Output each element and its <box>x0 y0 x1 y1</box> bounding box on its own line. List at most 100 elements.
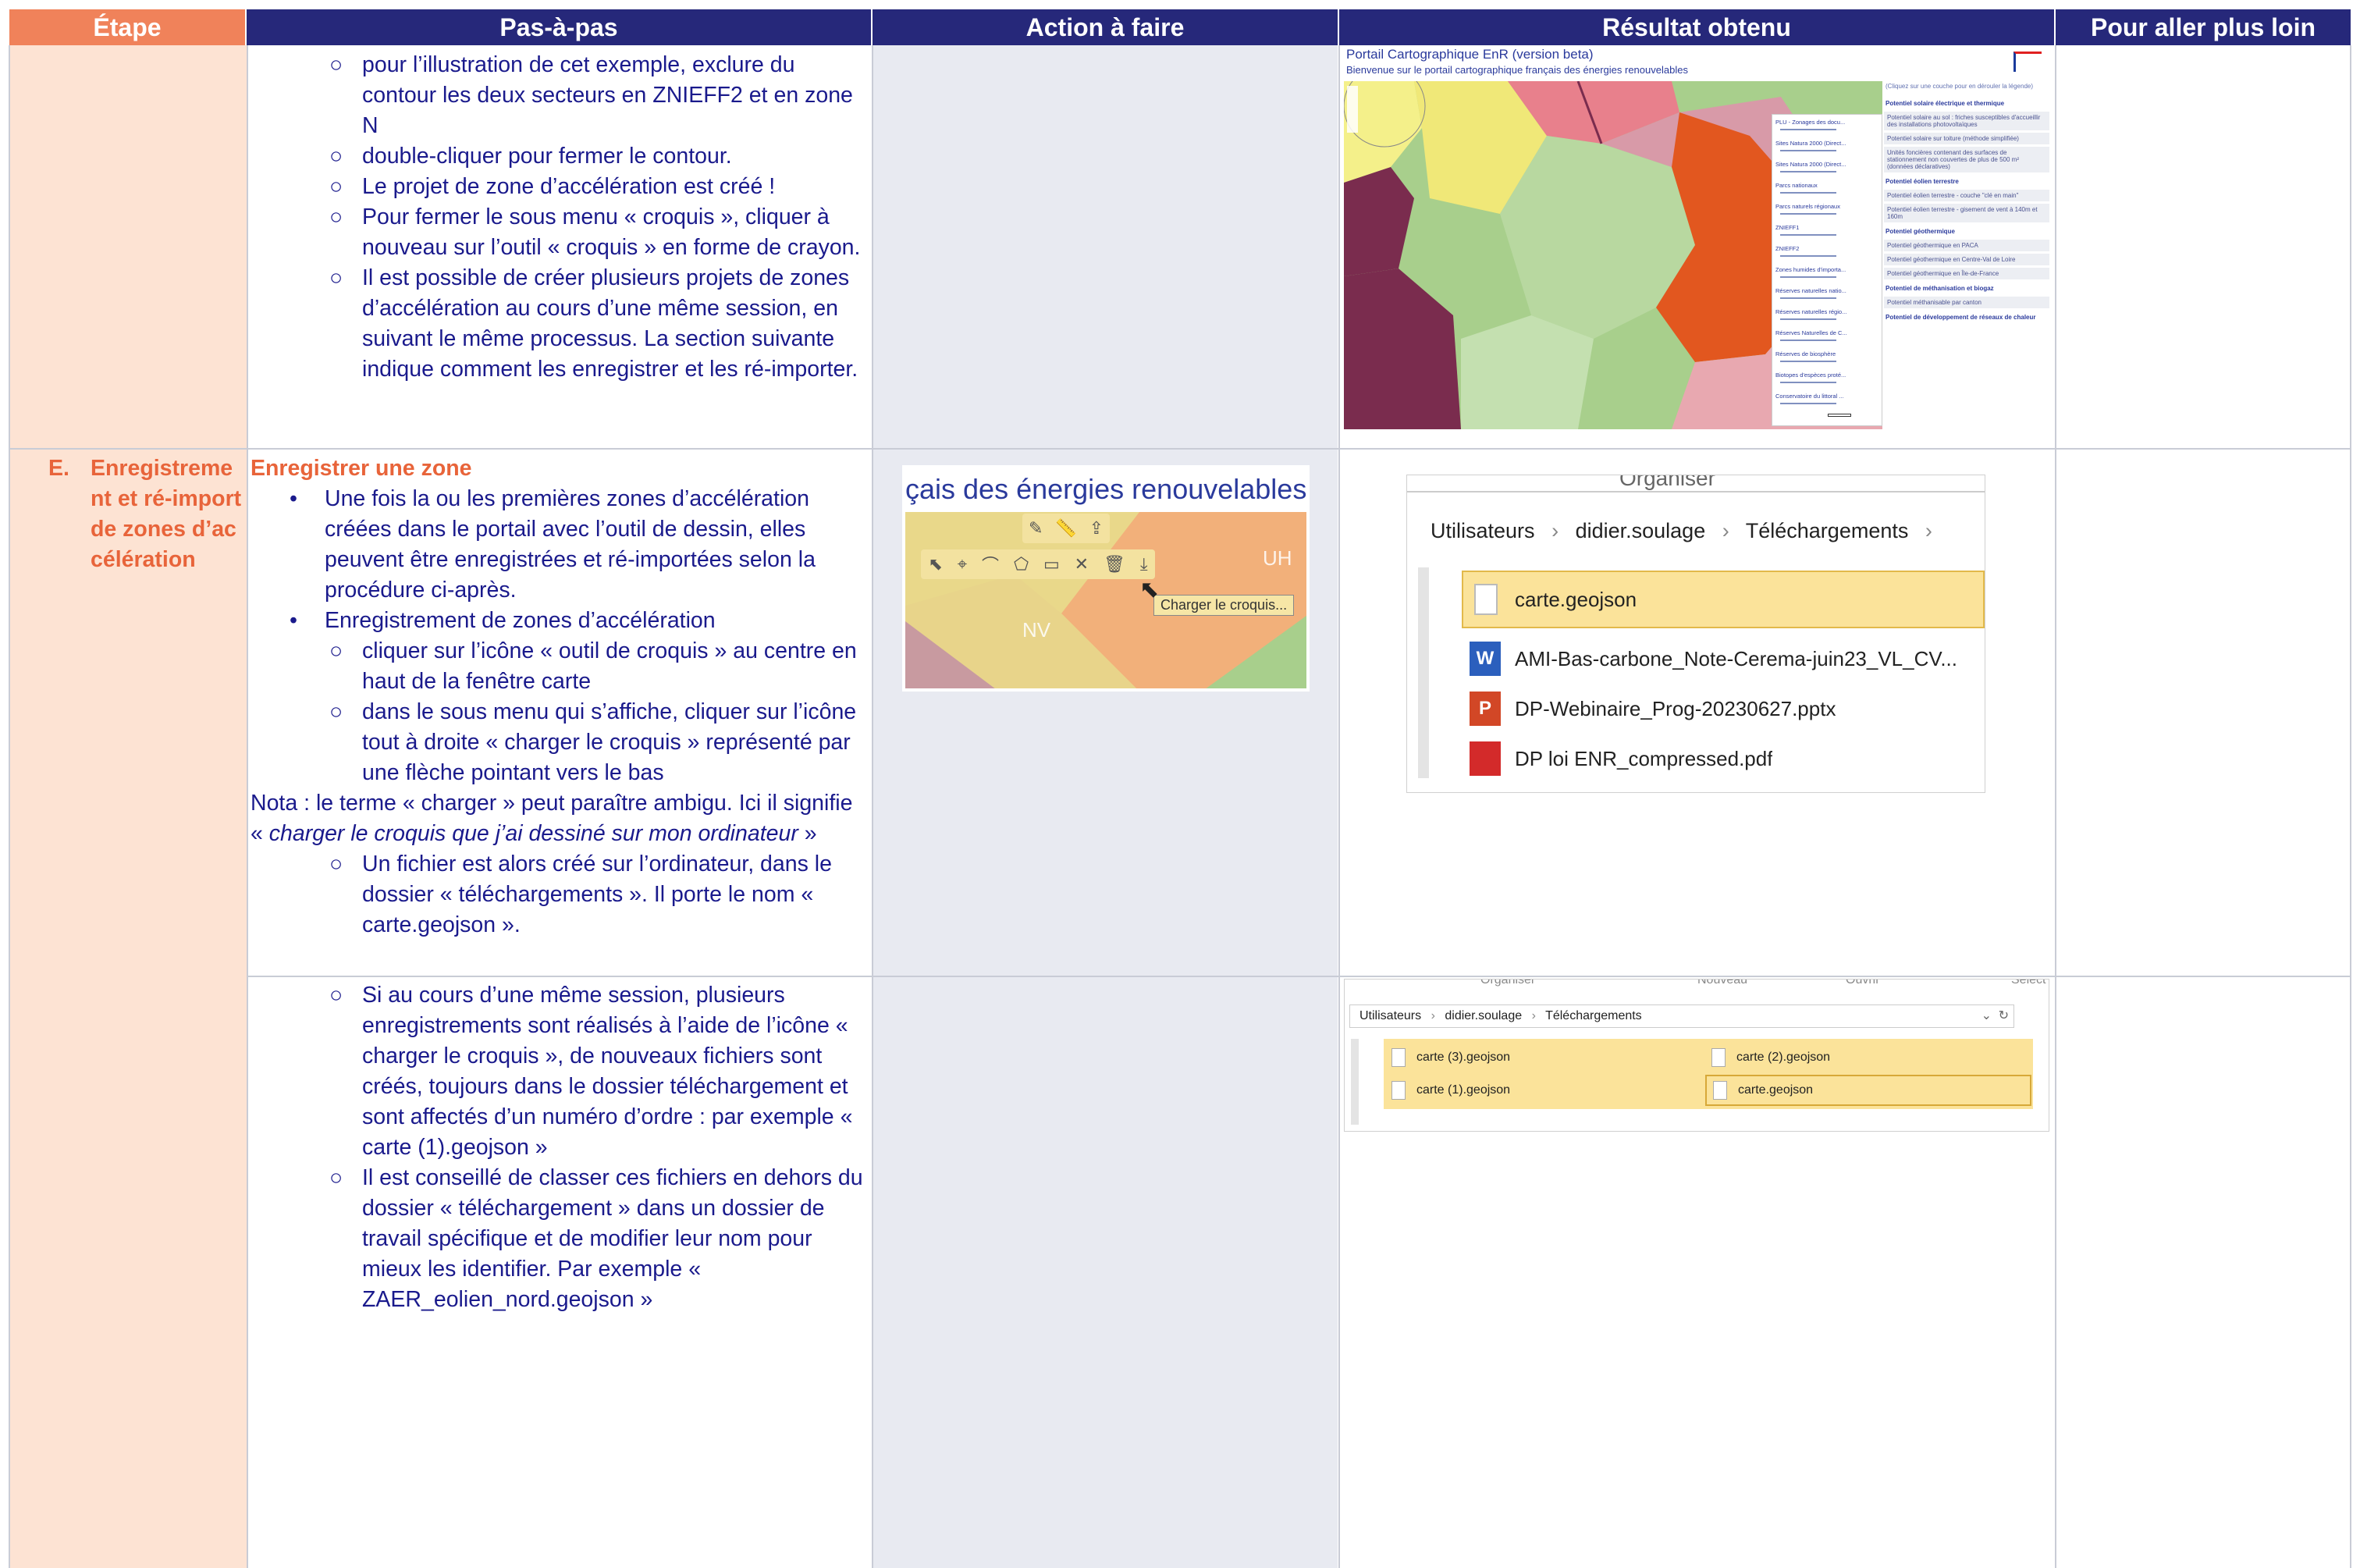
opacity-slider[interactable] <box>1780 255 1836 257</box>
breadcrumb-item[interactable]: Utilisateurs <box>1431 519 1535 542</box>
legend-heading[interactable]: Potentiel de méthanisation et biogaz <box>1884 283 2049 294</box>
file-name[interactable]: carte.geojson <box>1738 1083 1813 1097</box>
download-icon[interactable]: ⤓ <box>1140 554 1148 574</box>
layer-item[interactable]: Parcs nationaux <box>1775 183 1880 204</box>
layer-list: PLU - Zonages des docu... Sites Natura 20… <box>1775 119 1880 414</box>
opacity-slider[interactable] <box>1780 382 1836 383</box>
tooltip: Charger le croquis... <box>1153 595 1295 616</box>
file-name[interactable]: carte.geojson <box>1515 588 1637 612</box>
layer-item[interactable]: Réserves naturelles régio... <box>1775 309 1880 330</box>
legend-item[interactable]: Potentiel éolien terrestre - couche "clé… <box>1884 190 2049 201</box>
file-row[interactable]: W AMI-Bas-carbone_Note-Cerema-juin23_VL_… <box>1470 636 1957 681</box>
breadcrumb-item[interactable]: didier.soulage <box>1576 519 1706 542</box>
opacity-slider[interactable] <box>1780 213 1836 215</box>
scale-bar <box>1828 414 1851 417</box>
legend-item[interactable]: Unités foncières contenant des surfaces … <box>1884 147 2049 172</box>
legend-item[interactable]: Potentiel géothermique en Île-de-France <box>1884 268 2049 279</box>
etape-column-bg <box>9 45 247 1568</box>
select-icon[interactable]: ⬉ <box>928 554 942 574</box>
layer-item[interactable]: ZNIEFF2 <box>1775 246 1880 267</box>
layer-item[interactable]: ZNIEFF1 <box>1775 225 1880 246</box>
file-name[interactable]: DP-Webinaire_Prog-20230627.pptx <box>1515 697 1836 721</box>
list-item: ○ Il est conseillé de classer ces fichier… <box>329 1163 871 1315</box>
grid-line <box>1338 45 1340 1568</box>
layer-label: PLU - Zonages des docu... <box>1775 119 1846 126</box>
share-icon[interactable]: ⇪ <box>1089 518 1104 539</box>
layer-label: Réserves de biosphère <box>1775 351 1836 357</box>
layer-item[interactable]: Zones humides d'importa... <box>1775 267 1880 288</box>
step-text: dans le sous menu qui s’affiche, cliquer… <box>362 699 857 785</box>
file-row[interactable]: P DP-Webinaire_Prog-20230627.pptx <box>1470 686 1836 731</box>
step-text: Si au cours d’une même session, plusieur… <box>362 983 853 1160</box>
layer-item[interactable]: Sites Natura 2000 (Direct... <box>1775 140 1880 162</box>
file-row[interactable]: DP loi ENR_compressed.pdf <box>1470 736 1772 781</box>
legend-heading[interactable]: Potentiel éolien terrestre <box>1884 176 2049 187</box>
opacity-slider[interactable] <box>1780 276 1836 278</box>
file-icon <box>1391 1048 1406 1067</box>
breadcrumb-item[interactable]: Utilisateurs <box>1359 1009 1421 1022</box>
legend-item[interactable]: Potentiel géothermique en Centre-Val de … <box>1884 254 2049 265</box>
delete-icon[interactable]: 🗑 <box>1104 554 1125 574</box>
opacity-slider[interactable] <box>1780 150 1836 151</box>
opacity-slider[interactable] <box>1780 340 1836 341</box>
layer-item[interactable]: PLU - Zonages des docu... <box>1775 119 1880 140</box>
pencil-icon[interactable]: ✎ <box>1029 518 1043 539</box>
file-name[interactable]: carte (3).geojson <box>1416 1051 1510 1065</box>
legend-item[interactable]: Potentiel solaire sur toiture (méthode s… <box>1884 133 2049 144</box>
opacity-slider[interactable] <box>1780 361 1836 362</box>
zoom-controls[interactable] <box>1347 86 1358 133</box>
opacity-slider[interactable] <box>1780 297 1836 299</box>
legend-item[interactable]: Potentiel solaire au sol : friches susce… <box>1884 112 2049 130</box>
legend-heading[interactable]: Potentiel géothermique <box>1884 226 2049 237</box>
layer-item[interactable]: Parcs naturels régionaux <box>1775 204 1880 225</box>
layer-item[interactable]: Réserves Naturelles de C... <box>1775 330 1880 351</box>
refresh-icon[interactable]: ↻ <box>1999 1005 2009 1027</box>
opacity-slider[interactable] <box>1780 171 1836 172</box>
grid-line <box>872 45 873 1568</box>
opacity-slider[interactable] <box>1780 403 1836 404</box>
breadcrumb[interactable]: Utilisateurs › didier.soulage › Téléchar… <box>1431 519 1943 543</box>
scale-icon[interactable]: ✕ <box>1075 554 1089 574</box>
ruler-icon[interactable]: 📏 <box>1055 518 1076 539</box>
opacity-slider[interactable] <box>1780 192 1836 194</box>
file-name[interactable]: DP loi ENR_compressed.pdf <box>1515 747 1772 771</box>
breadcrumb-item[interactable]: Téléchargements <box>1545 1009 1642 1022</box>
grid-line <box>2350 45 2351 1568</box>
file-name[interactable]: AMI-Bas-carbone_Note-Cerema-juin23_VL_CV… <box>1515 647 1957 671</box>
file-name[interactable]: carte (1).geojson <box>1416 1083 1510 1097</box>
rectangle-icon[interactable]: ▭ <box>1043 554 1060 574</box>
file-row-selected[interactable]: carte.geojson <box>1462 571 1985 628</box>
layer-item[interactable]: Biotopes d'espèces proté... <box>1775 372 1880 393</box>
layer-item[interactable]: Conservatoire du littoral ... <box>1775 393 1880 414</box>
chevron-down-icon[interactable]: ⌄ <box>1981 1005 1992 1027</box>
file-item-selected[interactable]: carte.geojson <box>1705 1075 2031 1106</box>
polygon-icon[interactable]: ⬠ <box>1014 554 1029 574</box>
layer-panel[interactable]: PLU - Zonages des docu... Sites Natura 20… <box>1772 114 1882 426</box>
legend-item[interactable]: Potentiel méthanisable par canton <box>1884 297 2049 308</box>
opacity-slider[interactable] <box>1780 129 1836 130</box>
file-item[interactable]: carte (3).geojson <box>1391 1044 1510 1072</box>
file-item[interactable]: carte (1).geojson <box>1391 1076 1510 1104</box>
file-name[interactable]: carte (2).geojson <box>1736 1051 1830 1065</box>
legend-heading[interactable]: Potentiel solaire électrique et thermiqu… <box>1884 98 2049 109</box>
layer-item[interactable]: Sites Natura 2000 (Direct... <box>1775 162 1880 183</box>
file-item[interactable]: carte (2).geojson <box>1711 1044 1830 1072</box>
address-bar[interactable]: Utilisateurs › didier.soulage › Téléchar… <box>1349 1004 2014 1028</box>
opacity-slider[interactable] <box>1780 318 1836 320</box>
marker-icon[interactable]: ⌖ <box>958 554 967 574</box>
breadcrumb-item[interactable]: Téléchargements <box>1746 519 1909 542</box>
step-text: Il est conseillé de classer ces fichiers… <box>362 1165 863 1312</box>
layer-item[interactable]: Réserves de biosphère <box>1775 351 1880 372</box>
legend-item[interactable]: Potentiel éolien terrestre - gisement de… <box>1884 204 2049 222</box>
circle-bullet-icon: ○ <box>329 265 343 290</box>
breadcrumb-item[interactable]: didier.soulage <box>1445 1009 1522 1022</box>
line-icon[interactable]: ⌒ <box>982 552 999 577</box>
sketch-submenu-top[interactable]: ✎ 📏 ⇪ <box>1022 514 1110 543</box>
legend-heading[interactable]: Potentiel de développement de réseaux de… <box>1884 311 2049 323</box>
portal-subtitle: Bienvenue sur le portail cartographique … <box>1346 64 1688 76</box>
layer-item[interactable]: Réserves naturelles natio... <box>1775 288 1880 309</box>
circle-bullet-icon: ○ <box>329 852 343 876</box>
opacity-slider[interactable] <box>1780 234 1836 236</box>
sketch-toolbar[interactable]: ⬉ ⌖ ⌒ ⬠ ▭ ✕ 🗑 ⤓ <box>921 549 1155 579</box>
legend-item[interactable]: Potentiel géothermique en PACA <box>1884 240 2049 251</box>
